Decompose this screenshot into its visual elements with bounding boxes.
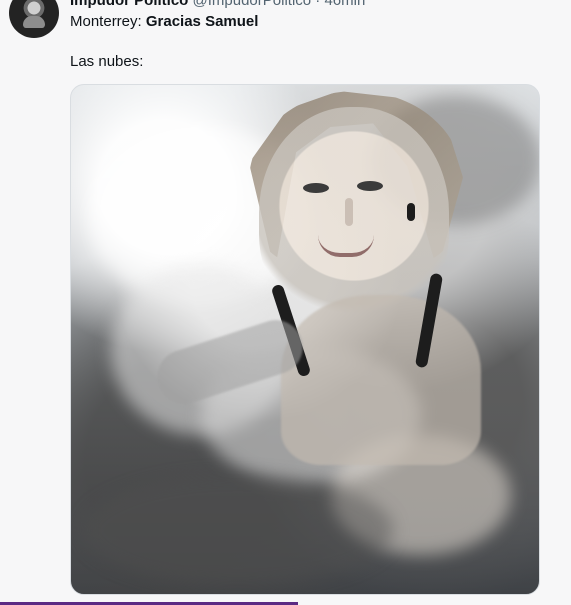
nose [345,198,353,226]
tweet-text-prefix: Monterrey: [70,13,146,30]
tweet-text-line-1: Monterrey: Gracias Samuel [70,12,540,32]
timestamp[interactable]: 46min [324,0,365,9]
tweet-text-line-2: Las nubes: [70,53,144,70]
cloud-shape [83,475,393,585]
more-icon[interactable]: ⋯ [551,0,567,7]
separator-dot: · [315,0,321,9]
woman-face [259,107,449,327]
woman-shoulder [281,295,481,465]
tweet-media-image[interactable] [70,84,540,595]
tweet-header: Impudor Político @ImpudorPolitico · 46mi… [70,0,365,10]
display-name[interactable]: Impudor Político [70,0,188,9]
user-handle[interactable]: @ImpudorPolitico [193,0,312,9]
tweet-card: Impudor Político @ImpudorPolitico · 46mi… [0,0,571,605]
earring-icon [407,203,415,221]
tweet-text-bold: Gracias Samuel [145,13,259,30]
right-eye [357,181,383,191]
left-eye [303,183,329,193]
avatar[interactable] [9,0,59,38]
